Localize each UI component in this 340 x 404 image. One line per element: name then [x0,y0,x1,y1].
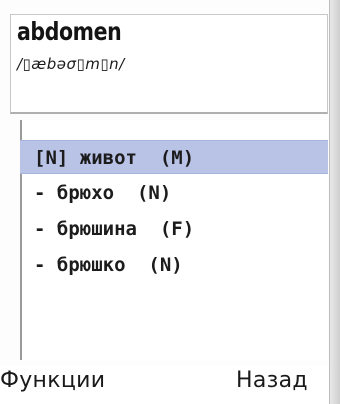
back-softkey[interactable]: Назад [236,368,308,393]
translation-item-1[interactable]: - брюхо (N) [20,176,328,210]
device-frame-edge [329,0,340,404]
translation-item-2[interactable]: - брюшина (F) [20,212,328,246]
transcription: /▯æbəσ▯m▯n/ [17,55,125,73]
translation-list: [N] живот (M) - брюхо (N) - брюшина (F) … [20,120,328,360]
dictionary-screen: abdomen /▯æbəσ▯m▯n/ [N] живот (M) - брюх… [0,0,340,404]
entry-header: abdomen /▯æbəσ▯m▯n/ [10,14,328,114]
translation-item-3[interactable]: - брюшко (N) [20,248,328,282]
softkey-bar: Функции Назад [0,366,330,404]
functions-softkey[interactable]: Функции [0,368,105,393]
headword: abdomen [17,17,122,46]
translation-item-0[interactable]: [N] живот (M) [20,140,328,174]
